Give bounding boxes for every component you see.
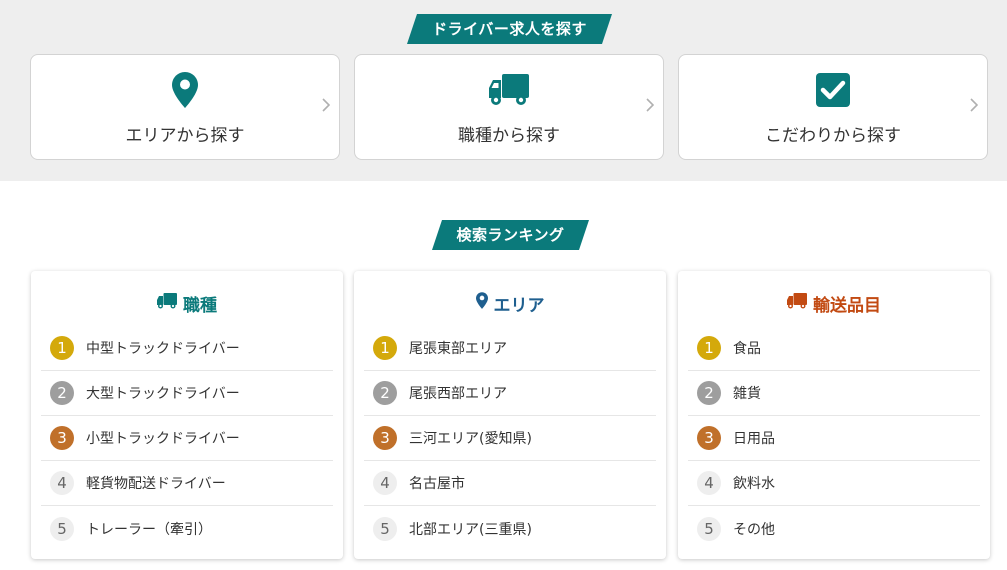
ranking-card-title: 輸送品目 [678, 291, 990, 316]
search-card-label: 職種から探す [458, 126, 560, 146]
truck-icon [787, 292, 807, 314]
ranking-card-title: エリア [354, 291, 666, 316]
truck-icon [355, 71, 663, 109]
ranking-item[interactable]: 1 中型トラックドライバー [41, 326, 333, 371]
rank-badge: 1 [50, 336, 74, 360]
rank-badge: 1 [697, 336, 721, 360]
checkbox-icon [679, 71, 987, 109]
rank-badge: 5 [373, 516, 397, 541]
search-by-job-type-card[interactable]: 職種から探す [354, 54, 664, 160]
ranking-card-job-type: 職種 1 中型トラックドライバー 2 大型トラックドライバー 3 小型トラックドライバ… [31, 271, 343, 559]
ranking-card-area: エリア 1 尾張東部エリア 2 尾張西部エリア 3 三河エリア(愛知県) 4 名古屋市 … [354, 271, 666, 559]
chevron-right-icon [645, 97, 655, 113]
rank-badge: 3 [373, 426, 397, 450]
search-by-preference-card[interactable]: こだわりから探す [678, 54, 988, 160]
ranking-list: 1 食品 2 雑貨 3 日用品 4 飲料水 5 その他 [688, 326, 980, 551]
ranking-item[interactable]: 4 飲料水 [688, 461, 980, 506]
rank-badge: 3 [50, 426, 74, 450]
ranking-item-label: 中型トラックドライバー [86, 341, 240, 357]
map-pin-icon [31, 71, 339, 109]
search-by-area-card[interactable]: エリアから探す [30, 54, 340, 160]
chevron-right-icon [321, 97, 331, 113]
ranking-item[interactable]: 2 尾張西部エリア [364, 371, 656, 416]
ranking-item-label: その他 [733, 521, 775, 538]
rank-badge: 3 [697, 426, 721, 450]
ranking-item-label: トレーラー（牽引） [86, 521, 212, 538]
ranking-item-label: 小型トラックドライバー [86, 431, 240, 447]
ranking-item-label: 三河エリア(愛知県) [409, 431, 532, 447]
rank-badge: 2 [373, 381, 397, 405]
ranking-item[interactable]: 5 その他 [688, 506, 980, 551]
ranking-card-cargo: 輸送品目 1 食品 2 雑貨 3 日用品 4 飲料水 5 その他 [678, 271, 990, 559]
truck-icon [157, 292, 177, 314]
rank-badge: 5 [697, 516, 721, 541]
ranking-item-label: 食品 [733, 341, 761, 357]
search-card-label: エリアから探す [125, 126, 245, 146]
ranking-item[interactable]: 1 尾張東部エリア [364, 326, 656, 371]
ranking-item-label: 大型トラックドライバー [86, 386, 240, 402]
ranking-item-label: 日用品 [733, 431, 775, 447]
ranking-item[interactable]: 3 三河エリア(愛知県) [364, 416, 656, 461]
rank-badge: 2 [697, 381, 721, 405]
ranking-item-label: 雑貨 [733, 386, 761, 402]
rank-badge: 4 [373, 471, 397, 495]
ranking-list: 1 中型トラックドライバー 2 大型トラックドライバー 3 小型トラックドライバー 4… [41, 326, 333, 551]
ranking-item-label: 軽貨物配送ドライバー [86, 476, 226, 492]
ranking-item[interactable]: 2 雑貨 [688, 371, 980, 416]
rank-badge: 1 [373, 336, 397, 360]
ranking-item[interactable]: 3 日用品 [688, 416, 980, 461]
search-heading: ドライバー求人を探す [407, 14, 612, 44]
search-card-label: こだわりから探す [765, 126, 901, 146]
ranking-item[interactable]: 2 大型トラックドライバー [41, 371, 333, 416]
ranking-item-label: 尾張東部エリア [409, 341, 507, 357]
rank-badge: 5 [50, 516, 74, 541]
map-pin-icon [475, 292, 488, 314]
ranking-item-label: 飲料水 [733, 476, 775, 492]
ranking-item-label: 尾張西部エリア [409, 386, 507, 402]
ranking-item[interactable]: 5 トレーラー（牽引） [41, 506, 333, 551]
ranking-item[interactable]: 1 食品 [688, 326, 980, 371]
ranking-item[interactable]: 4 名古屋市 [364, 461, 656, 506]
ranking-card-title: 職種 [31, 291, 343, 316]
ranking-item[interactable]: 5 北部エリア(三重県) [364, 506, 656, 551]
rank-badge: 2 [50, 381, 74, 405]
chevron-right-icon [969, 97, 979, 113]
rank-badge: 4 [50, 471, 74, 495]
ranking-item[interactable]: 4 軽貨物配送ドライバー [41, 461, 333, 506]
ranking-item-label: 北部エリア(三重県) [409, 521, 532, 538]
ranking-item-label: 名古屋市 [409, 476, 465, 492]
ranking-list: 1 尾張東部エリア 2 尾張西部エリア 3 三河エリア(愛知県) 4 名古屋市 5 北部エ… [364, 326, 656, 551]
rank-badge: 4 [697, 471, 721, 495]
ranking-item[interactable]: 3 小型トラックドライバー [41, 416, 333, 461]
ranking-heading: 検索ランキング [432, 220, 589, 250]
